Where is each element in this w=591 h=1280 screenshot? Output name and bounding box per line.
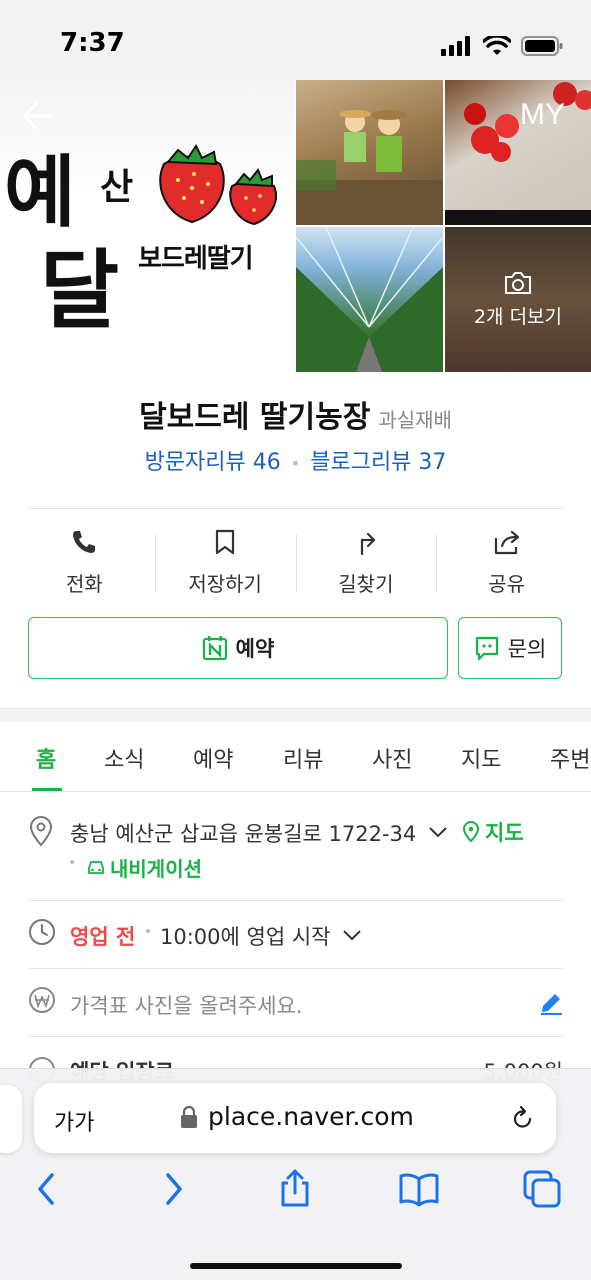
- tab-map[interactable]: 지도: [461, 742, 501, 774]
- back-icon[interactable]: [32, 1169, 60, 1209]
- tab-news[interactable]: 소식: [104, 742, 144, 774]
- system-indicators: [441, 36, 563, 56]
- battery-icon: [521, 36, 563, 56]
- browser-toolbar: [0, 1169, 591, 1219]
- home-indicator: [190, 1263, 402, 1269]
- status-bar: 7:37: [0, 0, 591, 80]
- divider: [28, 508, 563, 509]
- inquiry-button[interactable]: 문의: [458, 617, 562, 679]
- chevron-down-icon[interactable]: [342, 928, 362, 942]
- edit-pencil-icon[interactable]: [538, 990, 564, 1016]
- logo-text-small: 보드레딸기: [138, 244, 254, 274]
- place-name: 달보드레 딸기농장: [139, 400, 371, 435]
- reserve-label: 예약: [235, 637, 275, 661]
- cellular-signal-icon: [441, 36, 470, 56]
- car-icon: [88, 861, 104, 874]
- active-tab-indicator: [32, 788, 62, 791]
- save-action[interactable]: 저장하기: [154, 528, 296, 600]
- logo-text-small: 산: [100, 166, 134, 208]
- status-time: 7:37: [60, 28, 125, 58]
- hours-status: 영업 전: [70, 925, 136, 949]
- bookmark-icon: [216, 529, 235, 555]
- chat-icon: [475, 636, 498, 661]
- directions-action[interactable]: 길찾기: [295, 528, 437, 600]
- gallery-photo[interactable]: [445, 80, 591, 225]
- share-icon: [494, 530, 519, 555]
- call-action[interactable]: 전화: [14, 528, 155, 600]
- directions-icon: [360, 532, 375, 556]
- naver-calendar-icon: [202, 636, 227, 661]
- map-link[interactable]: 지도: [485, 817, 524, 847]
- action-bar: 전화 저장하기 길찾기 공유: [14, 528, 577, 600]
- bookmarks-icon[interactable]: [398, 1169, 440, 1209]
- location-pin-icon: [29, 816, 53, 847]
- my-button[interactable]: MY: [520, 98, 565, 132]
- tab-photos[interactable]: 사진: [372, 742, 412, 774]
- won-icon: [29, 987, 55, 1013]
- divider: [28, 900, 563, 901]
- separator-dot: •: [68, 855, 77, 871]
- separator-dot: •: [144, 924, 153, 940]
- action-label: 저장하기: [188, 572, 262, 596]
- action-label: 전화: [65, 572, 103, 596]
- hero-gallery: 예 산 달 보드레딸기 2개 더보기 MY: [0, 80, 591, 372]
- place-category: 과실재배: [378, 408, 452, 432]
- previous-tab-preview[interactable]: [0, 1085, 22, 1153]
- tab-home[interactable]: 홈: [36, 742, 56, 774]
- photo-strawberries: [445, 82, 591, 225]
- divider: [28, 1036, 563, 1037]
- more-photos-overlay[interactable]: 2개 더보기: [445, 227, 591, 372]
- url-text[interactable]: place.naver.com: [208, 1102, 414, 1131]
- tab-reservation[interactable]: 예약: [193, 742, 233, 774]
- gallery-photo[interactable]: [296, 227, 443, 372]
- divider: [28, 968, 563, 969]
- action-label: 길찾기: [338, 572, 394, 596]
- chevron-down-icon[interactable]: [428, 825, 448, 839]
- back-arrow-icon[interactable]: [20, 98, 56, 134]
- forward-icon[interactable]: [160, 1169, 188, 1209]
- browser-chrome: 가가 place.naver.com: [0, 1068, 591, 1280]
- strawberry-illustration: [159, 144, 277, 226]
- tabs-icon[interactable]: [522, 1169, 562, 1209]
- address-bar[interactable]: 가가 place.naver.com: [34, 1083, 556, 1153]
- share-action[interactable]: 공유: [436, 528, 577, 600]
- hours-text[interactable]: 10:00에 영업 시작: [160, 921, 330, 951]
- visitor-review-link[interactable]: 방문자리뷰 46: [145, 450, 281, 475]
- phone-icon: [73, 531, 96, 553]
- reserve-button[interactable]: 예약: [28, 617, 448, 679]
- lock-icon: [181, 1105, 197, 1128]
- photo-greenhouse: [296, 227, 443, 372]
- gallery-photo[interactable]: [296, 80, 443, 225]
- action-label: 공유: [488, 572, 526, 596]
- map-pin-icon: [462, 821, 480, 843]
- navigation-link[interactable]: 내비게이션: [110, 853, 202, 882]
- review-counts: 방문자리뷰 46 • 블로그리뷰 37: [0, 444, 591, 476]
- photo-figures: [296, 110, 443, 225]
- more-photos-label: 2개 더보기: [473, 306, 563, 328]
- tab-bar: 홈 소식 예약 리뷰 사진 지도 주변: [0, 722, 591, 792]
- logo-text: 달: [40, 240, 120, 341]
- price-prompt: 가격표 사진을 올려주세요.: [70, 994, 303, 1018]
- place-title: 달보드레 딸기농장 과실재배: [0, 392, 591, 436]
- address-text[interactable]: 충남 예산군 삽교읍 윤봉길로 1722-34: [70, 818, 416, 848]
- separator-dot: •: [290, 454, 301, 473]
- camera-icon: [505, 272, 531, 294]
- blog-review-link[interactable]: 블로그리뷰 37: [310, 450, 446, 475]
- tab-nearby[interactable]: 주변: [550, 742, 590, 774]
- clock-icon: [29, 919, 55, 945]
- share-icon[interactable]: [278, 1169, 312, 1209]
- wifi-icon: [483, 36, 511, 55]
- reload-icon[interactable]: [512, 1105, 534, 1129]
- section-separator: [0, 708, 591, 722]
- text-size-button[interactable]: 가가: [54, 1105, 94, 1137]
- tab-reviews[interactable]: 리뷰: [283, 742, 323, 774]
- inquiry-label: 문의: [507, 637, 547, 661]
